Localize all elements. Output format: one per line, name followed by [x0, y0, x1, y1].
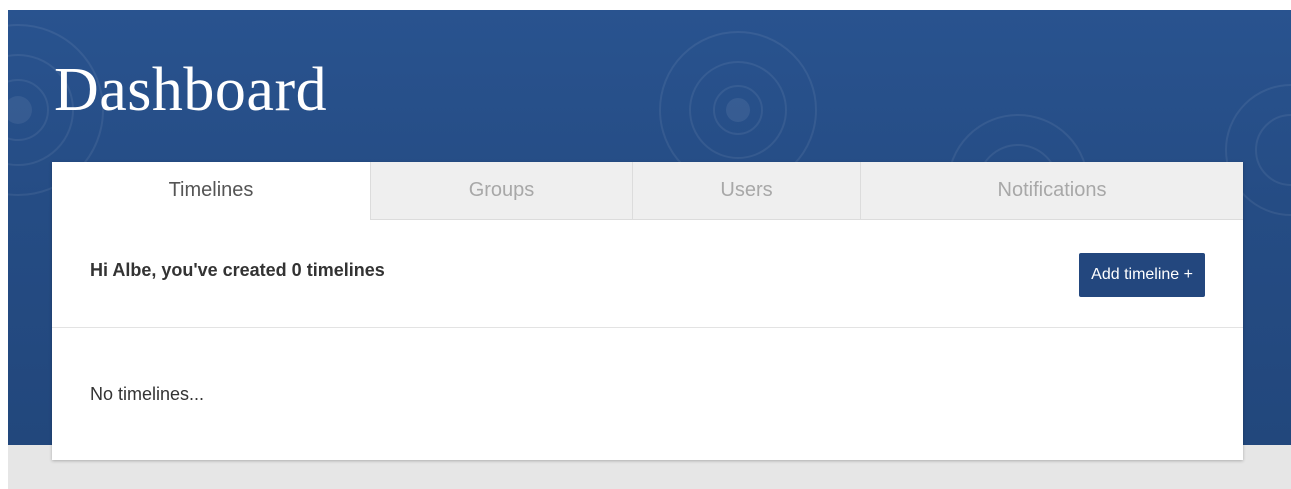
timelines-header: Hi Albe, you've created 0 timelines Add …	[52, 220, 1243, 328]
tab-timelines[interactable]: Timelines	[52, 162, 370, 220]
empty-timelines-message: No timelines...	[90, 384, 205, 404]
dashboard-card: Timelines Groups Users Notifications Hi …	[52, 162, 1243, 460]
tab-bar: Timelines Groups Users Notifications	[52, 162, 1243, 220]
tab-users[interactable]: Users	[632, 162, 860, 220]
tab-notifications[interactable]: Notifications	[860, 162, 1243, 220]
tab-groups[interactable]: Groups	[370, 162, 632, 220]
page-title: Dashboard	[54, 56, 328, 124]
greeting-text: Hi Albe, you've created 0 timelines	[90, 260, 385, 280]
page: Dashboard Timelines Groups Users Notific…	[0, 0, 1291, 489]
add-timeline-button[interactable]: Add timeline +	[1079, 253, 1205, 297]
